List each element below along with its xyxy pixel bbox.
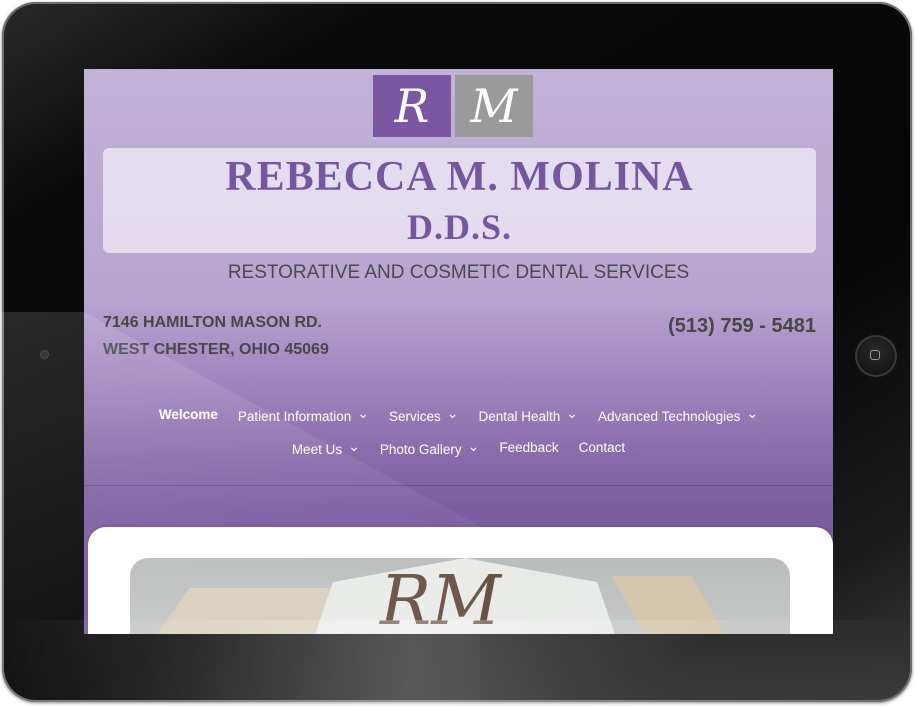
nav-item-patient-information[interactable]: Patient Information ⌄ [238, 405, 369, 424]
chevron-down-icon[interactable]: ⌄ [357, 405, 369, 422]
dentist-credential: D.D.S. [406, 207, 513, 247]
nav-item-advanced-technologies[interactable]: Advanced Technologies ⌄ [598, 405, 758, 424]
nav-item-label: Services [388, 408, 441, 424]
nav-item-label: Feedback [499, 439, 559, 455]
nav-item-label: Meet Us [291, 441, 343, 457]
nav-row-2: Meet Us ⌄ Photo Gallery ⌄ Feedback Contact [84, 436, 833, 458]
nav-divider [84, 485, 833, 486]
nav-item-label: Contact [578, 439, 626, 455]
dentist-name: REBECCA M. MOLINA [225, 154, 694, 200]
phone-number[interactable]: (513) 759 - 5481 [668, 315, 816, 338]
nav-item-welcome[interactable]: Welcome [159, 407, 218, 422]
nav-item-label: Patient Information [237, 408, 352, 424]
address-line-2: WEST CHESTER, OHIO 45069 [103, 341, 329, 358]
nav-item-dental-health[interactable]: Dental Health ⌄ [478, 405, 578, 424]
logo-letter-r: R [394, 79, 430, 133]
nav-item-label: Advanced Technologies [598, 408, 741, 424]
site-logo[interactable]: R M [373, 75, 535, 137]
tagline: RESTORATIVE AND COSMETIC DENTAL SERVICES [227, 262, 690, 283]
nav-item-label: Photo Gallery [379, 441, 462, 457]
camera-icon [40, 350, 49, 359]
chevron-down-icon[interactable]: ⌄ [468, 438, 480, 455]
nav-row-1: Welcome Patient Information ⌄ Services ⌄ Dent… [84, 403, 833, 425]
address: 7146 HAMILTON MASON RD. WEST CHESTER, OH… [103, 309, 329, 363]
website-screen: R M REBECCA M. MOLINA D.D.S. RESTORATIVE… [84, 69, 833, 634]
home-square-icon [870, 350, 880, 360]
main-nav: Welcome Patient Information ⌄ Services ⌄ Dent… [84, 403, 833, 458]
chevron-down-icon[interactable]: ⌄ [348, 438, 360, 455]
home-button[interactable] [855, 335, 897, 377]
nav-item-feedback[interactable]: Feedback [499, 440, 558, 455]
hero-logo-letters: RM [380, 562, 501, 634]
nav-item-services[interactable]: Services ⌄ [389, 405, 459, 424]
logo-letter-m: M [470, 79, 518, 133]
hero-office-image: RM [130, 558, 790, 634]
nav-item-label: Dental Health [478, 408, 561, 424]
nav-item-photo-gallery[interactable]: Photo Gallery ⌄ [380, 438, 480, 457]
chevron-down-icon[interactable]: ⌄ [447, 405, 459, 422]
address-line-1: 7146 HAMILTON MASON RD. [103, 314, 322, 331]
logo-m-block: M [455, 75, 533, 137]
hero-wall-right [611, 576, 749, 634]
nav-item-contact[interactable]: Contact [579, 440, 626, 455]
nav-item-meet-us[interactable]: Meet Us ⌄ [292, 438, 360, 457]
nav-item-label: Welcome [158, 406, 218, 422]
content-card: RM [88, 527, 833, 634]
chevron-down-icon[interactable]: ⌄ [746, 405, 758, 422]
logo-r-block: R [373, 75, 451, 137]
chevron-down-icon[interactable]: ⌄ [566, 405, 578, 422]
name-panel: REBECCA M. MOLINA D.D.S. [103, 148, 816, 253]
